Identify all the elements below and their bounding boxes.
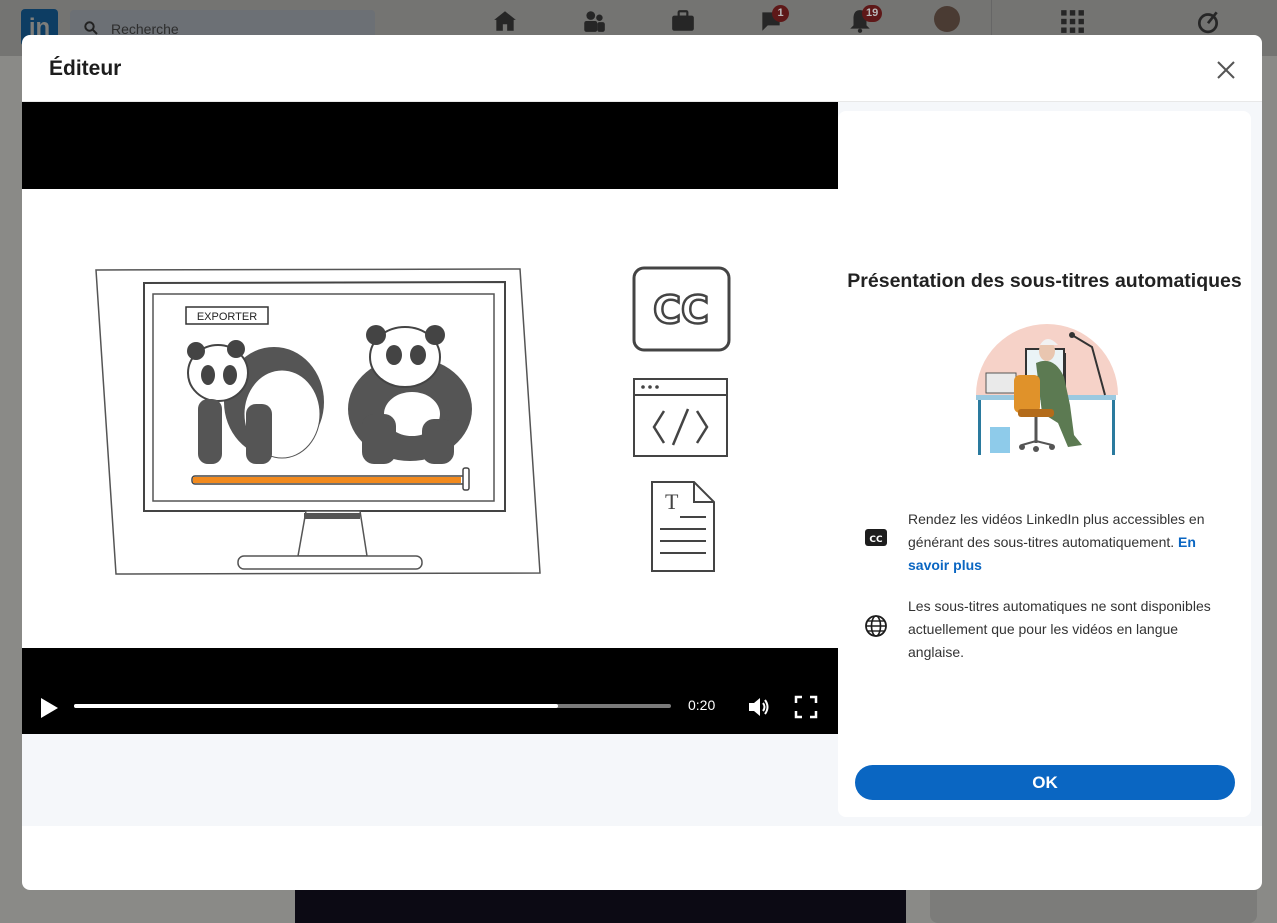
editor-modal: Éditeur EXPORTER CC T 0:20 Présentation … xyxy=(22,35,1262,890)
background-side-card xyxy=(930,885,1257,923)
person-at-desk-illustration xyxy=(976,324,1118,455)
home-icon xyxy=(494,11,516,31)
volume-icon[interactable] xyxy=(746,694,772,720)
captions-info-panel: Présentation des sous-titres automatique… xyxy=(838,111,1251,817)
premium-icon xyxy=(1197,11,1219,34)
play-icon[interactable] xyxy=(38,696,60,720)
ok-button[interactable]: OK xyxy=(855,765,1235,800)
closed-captions-icon: CC xyxy=(865,529,887,546)
video-controls: 0:20 xyxy=(22,648,838,734)
modal-header: Éditeur xyxy=(22,35,1262,102)
svg-text:T: T xyxy=(665,489,679,514)
jobs-icon xyxy=(672,10,694,31)
video-progress-bar[interactable] xyxy=(74,704,671,708)
video-time: 0:20 xyxy=(688,697,716,713)
video-illustration: EXPORTER CC T xyxy=(95,266,731,575)
video-progress-fill xyxy=(74,704,558,708)
notifications-badge: 19 xyxy=(862,5,883,22)
background-video xyxy=(295,885,906,923)
info-text-accessibility: Rendez les vidéos LinkedIn plus accessib… xyxy=(908,508,1228,577)
profile-avatar xyxy=(934,6,960,32)
network-icon xyxy=(584,11,605,32)
svg-text:CC: CC xyxy=(869,535,883,545)
video-player[interactable]: EXPORTER CC T 0:20 xyxy=(22,102,838,734)
messaging-badge: 1 xyxy=(772,5,789,22)
svg-text:CC: CC xyxy=(653,288,709,332)
export-label: EXPORTER xyxy=(197,311,257,323)
video-frame: EXPORTER CC T xyxy=(22,189,838,648)
search-icon xyxy=(84,21,98,35)
fullscreen-icon[interactable] xyxy=(794,695,818,719)
below-video-area xyxy=(22,734,838,826)
apps-grid-icon xyxy=(1061,10,1084,33)
globe-icon xyxy=(865,615,887,637)
info-text-accessibility-body: Rendez les vidéos LinkedIn plus accessib… xyxy=(908,511,1205,550)
panda-left xyxy=(187,340,324,464)
info-text-language: Les sous-titres automatiques ne sont dis… xyxy=(908,598,1211,660)
modal-title: Éditeur xyxy=(49,57,122,80)
panel-title: Présentation des sous-titres automatique… xyxy=(847,270,1242,292)
close-icon[interactable] xyxy=(1213,57,1239,83)
